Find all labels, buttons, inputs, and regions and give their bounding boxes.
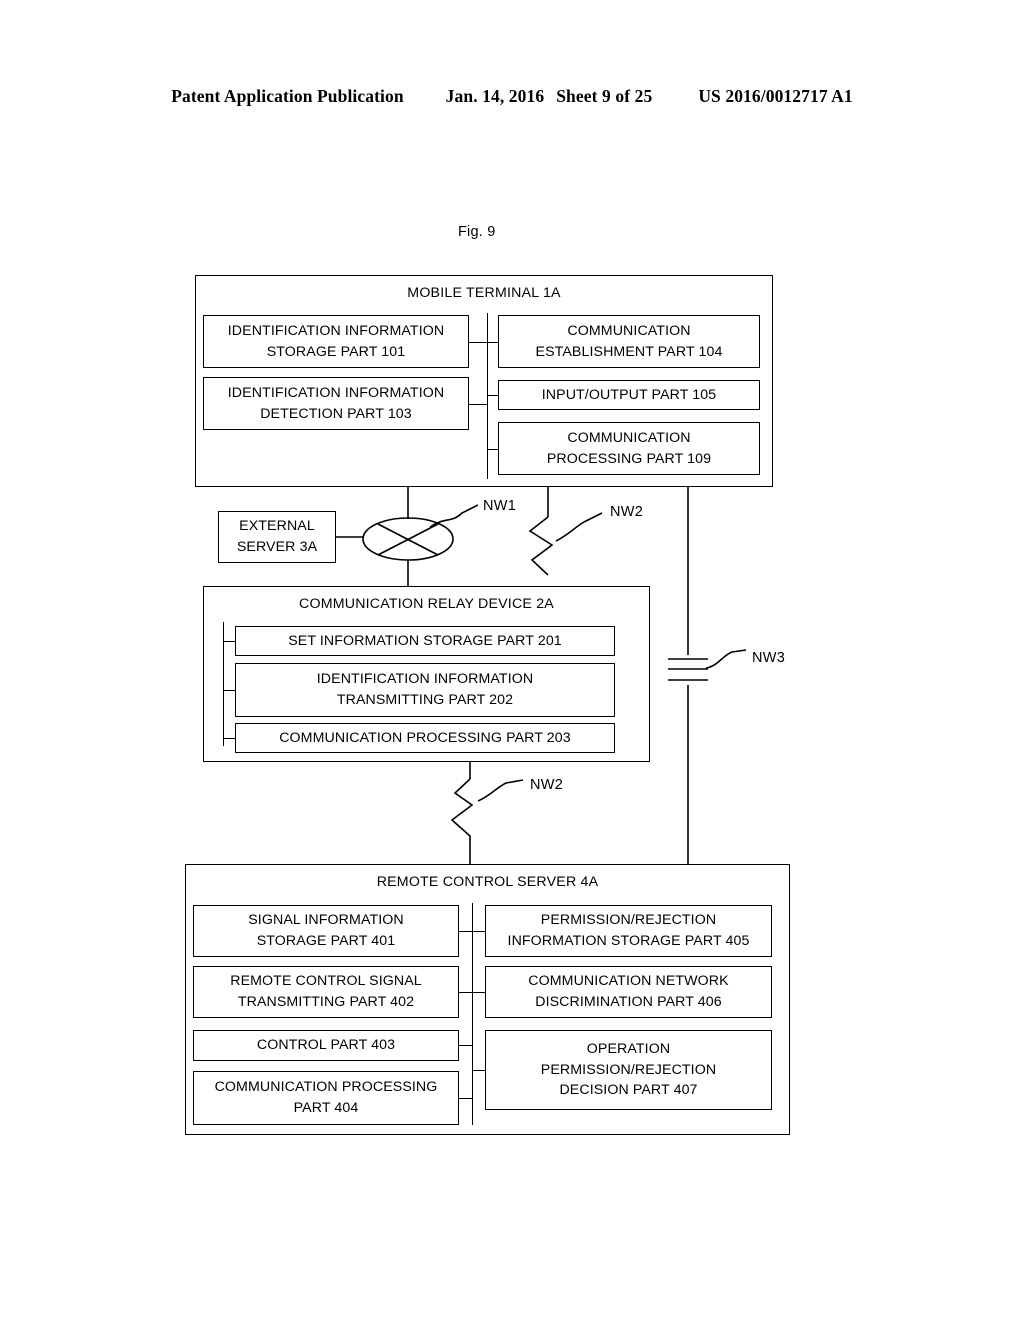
bus-stub-left-103 xyxy=(469,404,487,405)
unit-communication-processing-203: COMMUNICATION PROCESSING PART 203 xyxy=(235,723,615,753)
bus-stub-right-105 xyxy=(487,395,498,396)
unit-line-1: IDENTIFICATION INFORMATION xyxy=(227,322,445,339)
nw2-upper-leader-line xyxy=(555,512,603,542)
rcs-bus-stub-404 xyxy=(459,1098,472,1099)
unit-line-1: OPERATION xyxy=(586,1041,671,1058)
network-label-nw2-lower: NW2 xyxy=(530,777,564,793)
rcs-bus-stub-402 xyxy=(459,992,485,993)
network-label-nw3: NW3 xyxy=(752,650,786,666)
unit-communication-network-discrimination-406: COMMUNICATION NETWORK DISCRIMINATION PAR… xyxy=(485,966,772,1018)
unit-line-1: COMMUNICATION xyxy=(567,322,691,339)
remote-control-server-title: REMOTE CONTROL SERVER 4A xyxy=(376,874,599,890)
figure-label: Fig. 9 xyxy=(458,224,496,240)
unit-line-2: TRANSMITTING PART 402 xyxy=(237,994,415,1010)
unit-communication-establishment-104: COMMUNICATION ESTABLISHMENT PART 104 xyxy=(498,315,760,368)
bus-stub-left-101 xyxy=(469,342,487,343)
unit-communication-processing-109: COMMUNICATION PROCESSING PART 109 xyxy=(498,422,760,475)
unit-line-2: PROCESSING PART 109 xyxy=(546,450,712,467)
unit-line-1: IDENTIFICATION INFORMATION xyxy=(316,671,534,688)
mobile-terminal-bus-line xyxy=(487,313,488,479)
unit-set-information-storage-201: SET INFORMATION STORAGE PART 201 xyxy=(235,626,615,656)
unit-line-1: PERMISSION/REJECTION xyxy=(540,912,717,929)
relay-bus-stub-203 xyxy=(223,738,235,739)
publication-header: Patent Application Publication Jan. 14, 2… xyxy=(0,86,1024,107)
unit-line-2: ESTABLISHMENT PART 104 xyxy=(535,343,723,360)
rcs-bus-stub-407 xyxy=(472,1070,485,1071)
unit-line-1: IDENTIFICATION INFORMATION xyxy=(227,384,445,401)
unit-line-2: PERMISSION/REJECTION xyxy=(540,1061,717,1078)
unit-permission-rejection-information-storage-405: PERMISSION/REJECTION INFORMATION STORAGE… xyxy=(485,905,772,957)
nw1-cloud-ellipse xyxy=(362,517,454,561)
nw2-lower-zigzag xyxy=(450,778,474,864)
relay-device-title: COMMUNICATION RELAY DEVICE 2A xyxy=(299,596,554,612)
header-date: Jan. 14, 2016 xyxy=(445,86,545,106)
nw2-upper-zigzag xyxy=(528,516,554,576)
rcs-bus-stub-401 xyxy=(459,931,485,932)
unit-identification-information-storage-101: IDENTIFICATION INFORMATION STORAGE PART … xyxy=(203,315,469,368)
unit-remote-control-signal-transmitting-402: REMOTE CONTROL SIGNAL TRANSMITTING PART … xyxy=(193,966,459,1018)
unit-line-3: DECISION PART 407 xyxy=(559,1082,698,1099)
unit-line-2: PART 404 xyxy=(293,1100,359,1116)
unit-line-1: COMMUNICATION NETWORK xyxy=(528,973,729,990)
bus-stub-right-109 xyxy=(487,449,498,450)
unit-line-1: REMOTE CONTROL SIGNAL xyxy=(230,973,422,990)
bus-stub-right-104 xyxy=(487,342,498,343)
unit-identification-information-detection-103: IDENTIFICATION INFORMATION DETECTION PAR… xyxy=(203,377,469,430)
unit-line-2: DISCRIMINATION PART 406 xyxy=(535,994,722,1010)
unit-line-1: SIGNAL INFORMATION xyxy=(248,912,404,929)
relay-bus-stub-201 xyxy=(223,641,235,642)
nw1-cloud-cross-b xyxy=(377,523,439,556)
header-publication-type: Patent Application Publication xyxy=(171,86,404,106)
unit-line-2: DETECTION PART 103 xyxy=(260,405,412,422)
unit-line-1: COMMUNICATION PROCESSING xyxy=(214,1079,438,1096)
nw1-leader-line xyxy=(429,504,479,528)
unit-communication-processing-404: COMMUNICATION PROCESSING PART 404 xyxy=(193,1071,459,1125)
unit-line-2: TRANSMITTING PART 202 xyxy=(336,692,514,708)
unit-line-1: COMMUNICATION xyxy=(567,429,691,446)
network-label-nw1: NW1 xyxy=(483,498,517,514)
nw3-leader-line xyxy=(705,649,747,669)
unit-line-2: INFORMATION STORAGE PART 405 xyxy=(507,933,750,949)
unit-signal-information-storage-401: SIGNAL INFORMATION STORAGE PART 401 xyxy=(193,905,459,957)
unit-identification-information-transmitting-202: IDENTIFICATION INFORMATION TRANSMITTING … xyxy=(235,663,615,717)
rcs-bus-stub-403 xyxy=(459,1045,472,1046)
external-server-line-2: SERVER 3A xyxy=(236,539,318,555)
relay-bus-stub-202 xyxy=(223,690,235,691)
nw2-lower-leader-line xyxy=(477,779,524,802)
unit-line-1: SET INFORMATION STORAGE PART 201 xyxy=(288,632,562,649)
header-sheet: Sheet 9 of 25 xyxy=(556,86,653,106)
unit-line-1: INPUT/OUTPUT PART 105 xyxy=(541,386,717,403)
remote-control-server-bus-line xyxy=(472,903,473,1125)
mobile-terminal-title: MOBILE TERMINAL 1A xyxy=(407,285,561,301)
unit-operation-permission-rejection-decision-407: OPERATION PERMISSION/REJECTION DECISION … xyxy=(485,1030,772,1110)
unit-control-part-403: CONTROL PART 403 xyxy=(193,1030,459,1061)
unit-line-1: CONTROL PART 403 xyxy=(256,1037,396,1054)
header-document-number: US 2016/0012717 A1 xyxy=(698,86,853,106)
unit-line-1: COMMUNICATION PROCESSING PART 203 xyxy=(279,729,571,746)
external-server-box: EXTERNAL SERVER 3A xyxy=(218,511,336,563)
unit-line-2: STORAGE PART 401 xyxy=(256,933,396,949)
nw1-cloud-cross-a xyxy=(377,523,439,556)
unit-line-2: STORAGE PART 101 xyxy=(266,343,406,360)
external-server-line-1: EXTERNAL xyxy=(239,518,315,535)
network-label-nw2-upper: NW2 xyxy=(610,504,644,520)
unit-input-output-105: INPUT/OUTPUT PART 105 xyxy=(498,380,760,410)
